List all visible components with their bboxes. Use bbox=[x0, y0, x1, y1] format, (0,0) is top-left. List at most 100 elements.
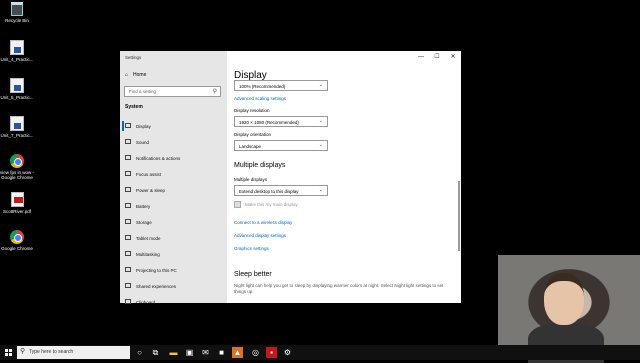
desktop-icon-recycle-bin[interactable]: Recycle Bin bbox=[0, 2, 34, 23]
desktop-icon-label: Unit_7_Practic... bbox=[0, 133, 34, 138]
settings-search-placeholder: Find a setting bbox=[129, 89, 157, 94]
task-view-icon[interactable]: ⧉ bbox=[150, 347, 161, 358]
sidebar-item-label: Display bbox=[136, 123, 151, 129]
maximize-button[interactable]: ☐ bbox=[429, 51, 445, 63]
home-label: Home bbox=[133, 72, 147, 78]
settings-search-input[interactable]: Find a setting ⚲ bbox=[124, 86, 221, 97]
settings-gear-icon[interactable]: ⚙ bbox=[282, 347, 293, 358]
scrollbar[interactable] bbox=[458, 181, 460, 251]
desktop-icon-unit4[interactable]: Unit_4_Practic... bbox=[0, 40, 34, 62]
chevron-down-icon: ⌄ bbox=[318, 187, 323, 193]
sidebar-item-display[interactable]: Display bbox=[120, 118, 227, 134]
sidebar-item-label: Focus assist bbox=[136, 171, 162, 177]
webcam-person-face bbox=[544, 273, 584, 325]
battery-icon bbox=[125, 203, 131, 208]
desktop-icon-chrome-shortcut[interactable]: view fps in wow - Google Chrome bbox=[0, 154, 34, 180]
multitasking-icon bbox=[125, 251, 131, 256]
search-icon: ⚲ bbox=[212, 89, 217, 95]
settings-content: — ☐ ✕ Display 100% (Recommended) ⌄ Advan… bbox=[227, 51, 461, 303]
settings-sidebar: Settings ⌂ Home Find a setting ⚲ System … bbox=[120, 51, 227, 305]
connect-wireless-link[interactable]: Connect to a wireless display bbox=[234, 220, 292, 225]
taskbar: ⚲ Type here to search ○ ⧉ ▬ ▣ ✉ ■ ▲ ◎ ▪ … bbox=[0, 345, 640, 360]
taskbar-search-input[interactable]: ⚲ Type here to search bbox=[17, 346, 130, 359]
close-button[interactable]: ✕ bbox=[445, 51, 461, 63]
desktop-icon-unit7[interactable]: Unit_7_Practic... bbox=[0, 116, 34, 138]
shared-icon bbox=[125, 283, 131, 288]
sidebar-item-sound[interactable]: Sound bbox=[120, 134, 227, 150]
window-title: Settings bbox=[125, 55, 142, 60]
office-icon[interactable]: ▲ bbox=[232, 347, 243, 358]
sidebar-item-label: Clipboard bbox=[136, 299, 156, 305]
sidebar-item-focus-assist[interactable]: Focus assist bbox=[120, 166, 227, 182]
advanced-display-link[interactable]: Advanced display settings bbox=[234, 233, 286, 238]
sidebar-item-label: Notifications & actions bbox=[136, 155, 181, 161]
chevron-down-icon: ⌄ bbox=[318, 118, 323, 124]
graphics-settings-link[interactable]: Graphics settings bbox=[234, 246, 269, 251]
checkbox-label: Make this my main display bbox=[245, 202, 298, 207]
pdf-icon bbox=[10, 192, 24, 207]
sidebar-item-label: Shared experiences bbox=[136, 283, 177, 289]
desktop-icon-label: Unit_5_Practic... bbox=[0, 95, 34, 100]
settings-window: Settings ⌂ Home Find a setting ⚲ System … bbox=[120, 51, 461, 305]
resolution-dropdown[interactable]: 1920 × 1080 (Recommended) ⌄ bbox=[234, 116, 328, 127]
document-icon bbox=[10, 40, 24, 55]
sidebar-item-battery[interactable]: Battery bbox=[120, 198, 227, 214]
sidebar-item-power-sleep[interactable]: Power & sleep bbox=[120, 182, 227, 198]
power-icon bbox=[125, 187, 131, 192]
sidebar-item-label: Projecting to this PC bbox=[136, 267, 177, 273]
desktop-icon-unit5[interactable]: Unit_5_Practic... bbox=[0, 78, 34, 100]
pdf-reader-icon[interactable]: ▪ bbox=[266, 347, 277, 358]
projecting-icon bbox=[125, 267, 131, 272]
sidebar-item-multitasking[interactable]: Multitasking bbox=[120, 246, 227, 262]
sidebar-item-storage[interactable]: Storage bbox=[120, 214, 227, 230]
sidebar-item-label: Battery bbox=[136, 203, 151, 209]
scale-value: 100% (Recommended) bbox=[239, 83, 286, 89]
display-icon bbox=[125, 123, 131, 128]
sidebar-item-projecting[interactable]: Projecting to this PC bbox=[120, 262, 227, 278]
file-explorer-icon[interactable]: ▬ bbox=[168, 347, 179, 358]
scale-dropdown[interactable]: 100% (Recommended) ⌄ bbox=[234, 80, 328, 91]
mail-icon[interactable]: ✉ bbox=[200, 347, 211, 358]
sleep-better-text: Night light can help you get to sleep by… bbox=[234, 283, 444, 294]
sidebar-item-tablet-mode[interactable]: Tablet mode bbox=[120, 230, 227, 246]
start-icon[interactable] bbox=[5, 349, 12, 356]
resolution-label: Display resolution bbox=[234, 108, 270, 113]
minimize-button[interactable]: — bbox=[413, 51, 429, 63]
app-icon[interactable]: ■ bbox=[216, 347, 227, 358]
desktop-icon-pdf[interactable]: ScottRiver.pdf bbox=[0, 192, 34, 214]
notifications-icon bbox=[125, 155, 131, 160]
sidebar-item-label: Storage bbox=[136, 219, 152, 225]
chrome-icon[interactable]: ◎ bbox=[250, 347, 261, 358]
moon-icon bbox=[125, 171, 131, 176]
multiple-displays-heading: Multiple displays bbox=[234, 162, 286, 169]
advanced-scaling-link[interactable]: Advanced scaling settings bbox=[234, 96, 286, 101]
desktop-icon-label: Unit_4_Practic... bbox=[0, 57, 34, 62]
store-icon[interactable]: ▣ bbox=[184, 347, 195, 358]
desktop-icon-label: ScottRiver.pdf bbox=[2, 209, 31, 214]
search-icon: ⚲ bbox=[20, 348, 26, 355]
chevron-down-icon: ⌄ bbox=[318, 142, 323, 148]
clipboard-icon bbox=[125, 299, 131, 304]
multiple-displays-dropdown[interactable]: Extend desktop to this display ⌄ bbox=[234, 185, 328, 196]
orientation-dropdown[interactable]: Landscape ⌄ bbox=[234, 140, 328, 151]
sidebar-item-label: Tablet mode bbox=[136, 235, 161, 241]
orientation-label: Display orientation bbox=[234, 132, 272, 137]
chrome-icon bbox=[10, 230, 24, 244]
sidebar-item-notifications[interactable]: Notifications & actions bbox=[120, 150, 227, 166]
home-icon: ⌂ bbox=[125, 72, 129, 78]
sound-icon bbox=[125, 139, 131, 144]
sidebar-item-clipboard[interactable]: Clipboard bbox=[120, 294, 227, 310]
cortana-icon[interactable]: ○ bbox=[134, 347, 145, 358]
section-title: System bbox=[125, 104, 143, 110]
desktop-icon-label: Recycle Bin bbox=[5, 18, 29, 23]
checkbox-box bbox=[234, 201, 241, 208]
desktop-icon-label: Google Chrome bbox=[1, 246, 33, 251]
taskbar-search-placeholder: Type here to search bbox=[29, 349, 74, 355]
main-display-checkbox[interactable]: Make this my main display bbox=[234, 201, 298, 208]
sidebar-item-shared-experiences[interactable]: Shared experiences bbox=[120, 278, 227, 294]
home-nav-item[interactable]: ⌂ Home bbox=[125, 72, 146, 78]
desktop-icon-chrome[interactable]: Google Chrome bbox=[0, 230, 34, 251]
desktop-icon-label: view fps in wow - Google Chrome bbox=[0, 170, 35, 180]
chevron-down-icon: ⌄ bbox=[318, 82, 323, 88]
storage-icon bbox=[125, 219, 131, 224]
